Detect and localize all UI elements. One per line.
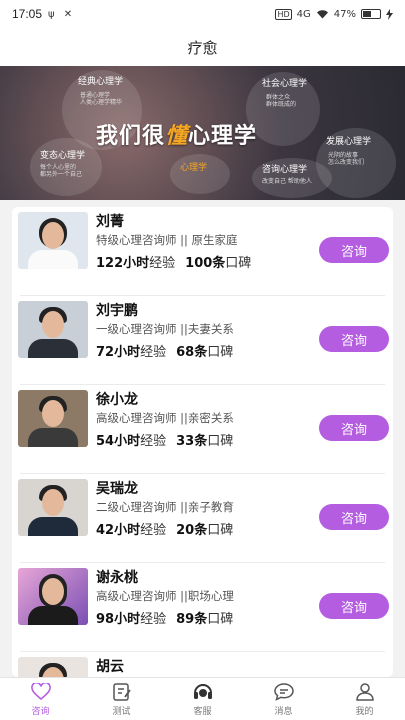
tab-messages[interactable]: 消息 [243,678,324,720]
bottom-tab-bar: 咨询 测试 客服 消息 我的 [0,677,405,720]
consult-button[interactable]: 咨询 [319,415,389,441]
review-label: 口碑 [207,612,234,627]
consultant-name: 刘宇鹏 [96,303,138,319]
consultant-row[interactable]: 胡云 [12,652,393,677]
banner-bubble [170,154,230,194]
experience-hours: 98小时 [96,612,141,627]
hd-icon: HD [275,8,292,20]
avatar [18,568,88,625]
consultant-list: 刘菁 特级心理咨询师 || 原生家庭 122小时经验 100条口碑 咨询 刘宇鹏 … [12,207,393,677]
consult-button[interactable]: 咨询 [319,504,389,530]
experience-hours: 54小时 [96,434,141,449]
person-icon [354,682,376,702]
tab-test[interactable]: 测试 [81,678,162,720]
review-count: 89条 [176,612,208,627]
banner-tag-title: 发展心理学 [326,137,372,147]
consult-button[interactable]: 咨询 [319,326,389,352]
tab-label: 咨询 [31,706,50,717]
review-count: 100条 [185,256,226,271]
consultant-title: 一级心理咨询师 ||夫妻关系 [96,322,234,336]
banner-tag-title: 社会心理学 [262,79,308,89]
page-title: 疗愈 [187,38,218,57]
banner-headline-accent: 懂 [165,124,189,149]
experience-label: 经验 [149,256,176,271]
consultant-name: 胡云 [96,659,124,675]
status-bar: 17:05 ψ ✕ HD 4G 47% [0,0,405,28]
consultant-row[interactable]: 徐小龙 高级心理咨询师 ||亲密关系 54小时经验 33条口碑 咨询 [12,385,393,474]
edit-note-icon [111,682,133,702]
battery-icon [361,9,381,19]
banner-tag-title: 心理学 [180,163,208,173]
experience-hours: 42小时 [96,523,141,538]
notification-icons: ψ ✕ [48,8,76,20]
consultant-name: 吴瑞龙 [96,481,138,497]
banner-tag-title: 变态心理学 [40,151,86,161]
header: 疗愈 [0,28,405,66]
consultant-title: 高级心理咨询师 ||亲密关系 [96,411,234,425]
experience-label: 经验 [140,523,167,538]
consultant-stats: 42小时经验 20条口碑 [96,519,233,538]
consultant-stats: 122小时经验 100条口碑 [96,252,251,271]
chat-bubble-icon [273,682,295,702]
tab-service[interactable]: 客服 [162,678,243,720]
consultant-name: 刘菁 [96,214,124,230]
consultant-row[interactable]: 吴瑞龙 二级心理咨询师 ||亲子教育 42小时经验 20条口碑 咨询 [12,474,393,563]
tab-consult[interactable]: 咨询 [0,678,81,720]
battery-percent: 47% [333,8,356,20]
wifi-icon [316,10,328,19]
experience-label: 经验 [140,345,167,360]
review-label: 口碑 [225,256,252,271]
charging-icon [386,8,393,20]
signal-icon: 4G [296,8,311,20]
banner-headline-suffix: 心理学 [188,124,258,149]
avatar [18,479,88,536]
banner-tag-title: 咨询心理学 [262,165,308,175]
avatar [18,301,88,358]
review-label: 口碑 [207,523,234,538]
consultant-name: 谢永桃 [96,570,138,586]
consultant-title: 二级心理咨询师 ||亲子教育 [96,500,234,514]
experience-label: 经验 [140,612,167,627]
banner[interactable]: 经典心理学 普通心理学 人类心理学精华 社会心理学 群体之众 群体既成的 变态心… [0,66,405,200]
consultant-row[interactable]: 刘菁 特级心理咨询师 || 原生家庭 122小时经验 100条口碑 咨询 [12,207,393,296]
tab-label: 客服 [193,706,212,717]
experience-hours: 122小时 [96,256,150,271]
avatar [18,212,88,269]
experience-label: 经验 [140,434,167,449]
banner-tag-sub: 每个人心里的 都另外一个自己 [40,164,83,179]
review-count: 33条 [176,434,208,449]
avatar [18,657,88,677]
banner-tag-sub: 光阴的故事 怎么改变我们 [328,152,365,167]
consultant-stats: 98小时经验 89条口碑 [96,608,233,627]
review-label: 口碑 [207,345,234,360]
experience-hours: 72小时 [96,345,141,360]
tab-mine[interactable]: 我的 [324,678,405,720]
banner-tag-sub: 改变自己 帮助他人 [262,178,312,185]
review-count: 68条 [176,345,208,360]
status-right: HD 4G 47% [275,8,393,20]
consultant-row[interactable]: 刘宇鹏 一级心理咨询师 ||夫妻关系 72小时经验 68条口碑 咨询 [12,296,393,385]
status-time: 17:05 [12,7,43,21]
review-label: 口碑 [207,434,234,449]
consultant-title: 特级心理咨询师 || 原生家庭 [96,233,238,247]
banner-headline-prefix: 我们很 [96,124,166,149]
tab-label: 我的 [355,706,374,717]
consultant-name: 徐小龙 [96,392,138,408]
banner-tag-sub: 普通心理学 人类心理学精华 [80,92,123,107]
consult-button[interactable]: 咨询 [319,237,389,263]
banner-tag-title: 经典心理学 [78,77,124,87]
banner-headline: 我们很懂心理学 [96,118,257,150]
consultant-title: 高级心理咨询师 ||职场心理 [96,589,234,603]
consultant-stats: 54小时经验 33条口碑 [96,430,233,449]
tab-label: 消息 [274,706,293,717]
consult-button[interactable]: 咨询 [319,593,389,619]
consultant-row[interactable]: 谢永桃 高级心理咨询师 ||职场心理 98小时经验 89条口碑 咨询 [12,563,393,652]
headset-icon [192,682,214,702]
review-count: 20条 [176,523,208,538]
consultant-stats: 72小时经验 68条口碑 [96,341,233,360]
avatar [18,390,88,447]
tab-label: 测试 [112,706,131,717]
heart-icon [30,682,52,702]
banner-tag-sub: 群体之众 群体既成的 [266,94,297,109]
